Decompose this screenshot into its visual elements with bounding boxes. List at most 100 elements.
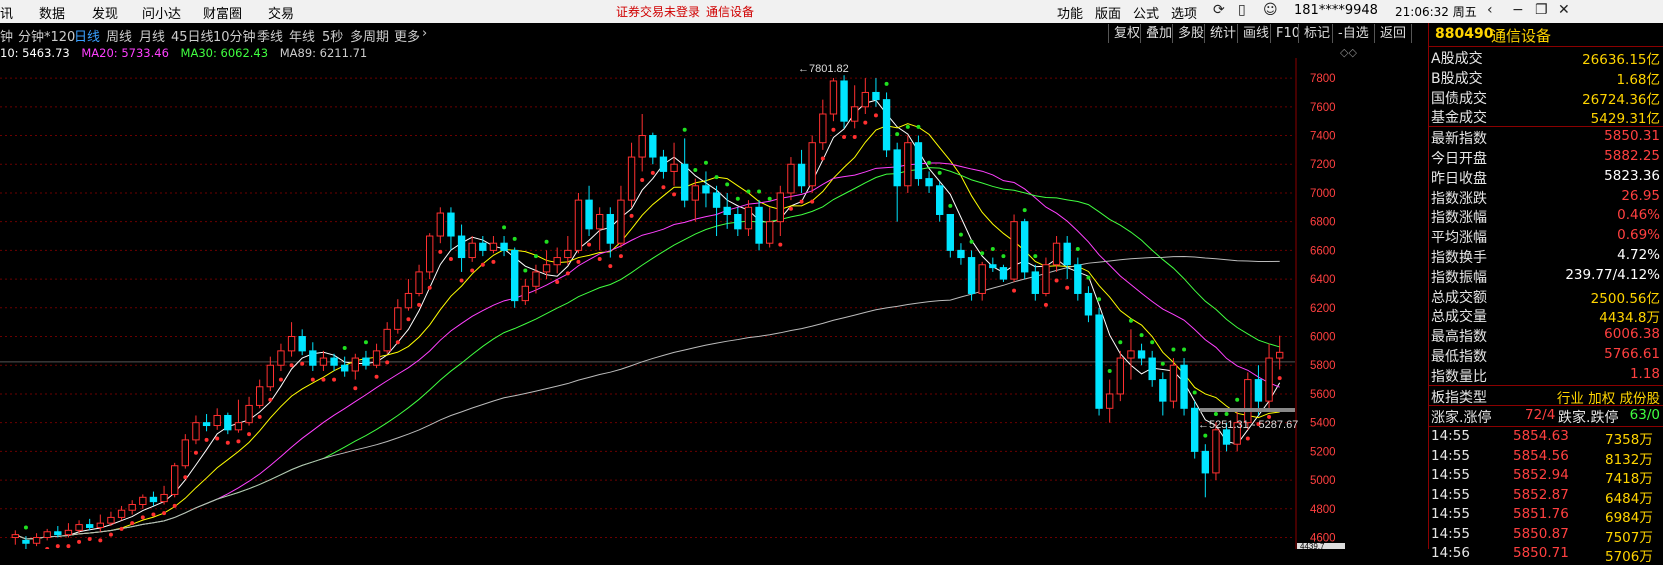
period-quarterly[interactable]: 季线 [257,26,283,45]
tick-time: 14:55 [1431,447,1470,464]
menu-layout[interactable]: 版面 [1095,3,1121,22]
candle [64,529,73,536]
tick-price: 5851.76 [1513,506,1569,523]
close-icon[interactable]: ✕ [1558,2,1570,18]
tool-watchlist[interactable]: -自选 [1332,24,1374,43]
period-weekly[interactable]: 周线 [106,26,132,45]
candle [1010,221,1018,280]
candle [468,242,476,259]
menu-item-data[interactable]: 数据 [39,3,65,22]
tool-mark[interactable]: 标记 [1298,24,1335,43]
candle [213,414,221,427]
account-id[interactable]: 181****9948 [1294,3,1378,18]
sar-dot [406,317,411,322]
y-tick-label: 7400 [1310,131,1336,143]
sar-dot [948,203,953,208]
candle [606,213,614,244]
period-yearly[interactable]: 年线 [289,26,315,45]
index-stats-block: 最新指数 5850.31 今日开盘 5882.25 昨日收盘 5823.36 指数涨跌 26.… [1429,127,1663,386]
period-minute[interactable]: 钟 [0,26,13,45]
menu-function[interactable]: 功能 [1057,3,1083,22]
sar-dot [289,363,294,368]
chevron-right-icon[interactable]: › [422,26,427,41]
down-label: 跌家.跌停 [1558,410,1619,427]
sar-dot [799,199,804,204]
sar-dot [268,397,273,402]
stat-label: 基金成交 [1431,110,1487,127]
stat-label: 指数换手 [1431,249,1487,266]
stat-row: 指数换手 4.72% [1429,246,1663,266]
menu-item-news[interactable]: 讯 [0,3,13,22]
login-warning[interactable]: 证券交易未登录 [616,3,700,20]
y-tick-label: 6400 [1310,274,1336,286]
sar-dot [183,475,188,480]
sar-dot [969,239,974,244]
candle [904,142,912,187]
candle [1052,242,1061,266]
candle [553,257,561,266]
period-10min[interactable]: 10分钟 [213,26,256,45]
menu-item-wealth[interactable]: 财富圈 [203,3,242,22]
candle [341,364,349,372]
sar-dot [363,340,368,345]
candle [617,199,625,244]
kline-chart[interactable]: 7800 7600 7400 7200 7000 6800 6600 6400 6200 6000… [0,58,1428,549]
tick-volume: 6984万 [1605,510,1653,527]
period-5sec[interactable]: 5秒 [322,26,343,45]
sar-dot [608,264,613,269]
sar-dot [470,268,475,273]
user-icon[interactable]: ☺ [1263,2,1278,18]
sar-dot [810,199,815,204]
period-120min[interactable]: 分钟*120 [18,26,75,45]
index-header: 880490 通信设备 [1429,23,1663,47]
tick-time: 14:55 [1431,506,1470,523]
back-icon[interactable]: ‹ [1487,2,1493,18]
period-monthly[interactable]: 月线 [139,26,165,45]
period-more[interactable]: 更多 [394,26,420,45]
tool-statistics[interactable]: 统计 [1204,24,1241,43]
candle [394,307,402,330]
candle [925,178,933,187]
tool-draw-line[interactable]: 画线 [1237,24,1274,43]
sar-dot [661,185,666,190]
y-tick-label: 7800 [1310,73,1336,85]
period-multi[interactable]: 多周期 [350,26,389,45]
minimize-icon[interactable]: − [1512,2,1524,18]
candle [415,271,423,294]
sar-dot [130,521,135,526]
stat-row: 最低指数 5766.61 [1429,345,1663,365]
period-45day[interactable]: 45日线 [171,26,214,45]
candle [776,192,784,223]
candle [585,199,593,230]
candle [819,113,827,144]
sar-dot [374,374,379,379]
period-daily[interactable]: 日线 [74,26,100,45]
menu-item-trade[interactable]: 交易 [268,3,294,22]
sar-dot [66,544,71,549]
sar-dot [1097,297,1102,302]
sar-dot [1118,340,1123,345]
sar-dot [980,251,985,256]
menu-item-discover[interactable]: 发现 [92,3,118,22]
stat-row: 昨日收盘 5823.36 [1429,167,1663,187]
y-tick-label: 5800 [1310,360,1336,372]
candle [181,439,189,467]
down-value: 63/0 [1629,407,1660,424]
menu-formula[interactable]: 公式 [1133,3,1159,22]
candle [723,206,731,215]
y-tick-label: 5000 [1310,475,1336,487]
menu-options[interactable]: 选项 [1171,3,1197,22]
phone-icon[interactable]: ▯ [1238,2,1246,18]
candle [1276,351,1284,359]
candle [978,264,986,294]
restore-icon[interactable]: ❐ [1535,2,1548,18]
menu-item-ask[interactable]: 问小达 [142,3,181,22]
refresh-icon[interactable]: ⟳ [1213,2,1225,18]
sar-dot [215,436,220,441]
sar-dot [98,538,103,543]
sar-dot [1075,246,1080,251]
tool-back[interactable]: 返回 [1374,24,1413,43]
candle [681,163,689,201]
candle [96,522,104,528]
sar-dot [682,127,687,132]
